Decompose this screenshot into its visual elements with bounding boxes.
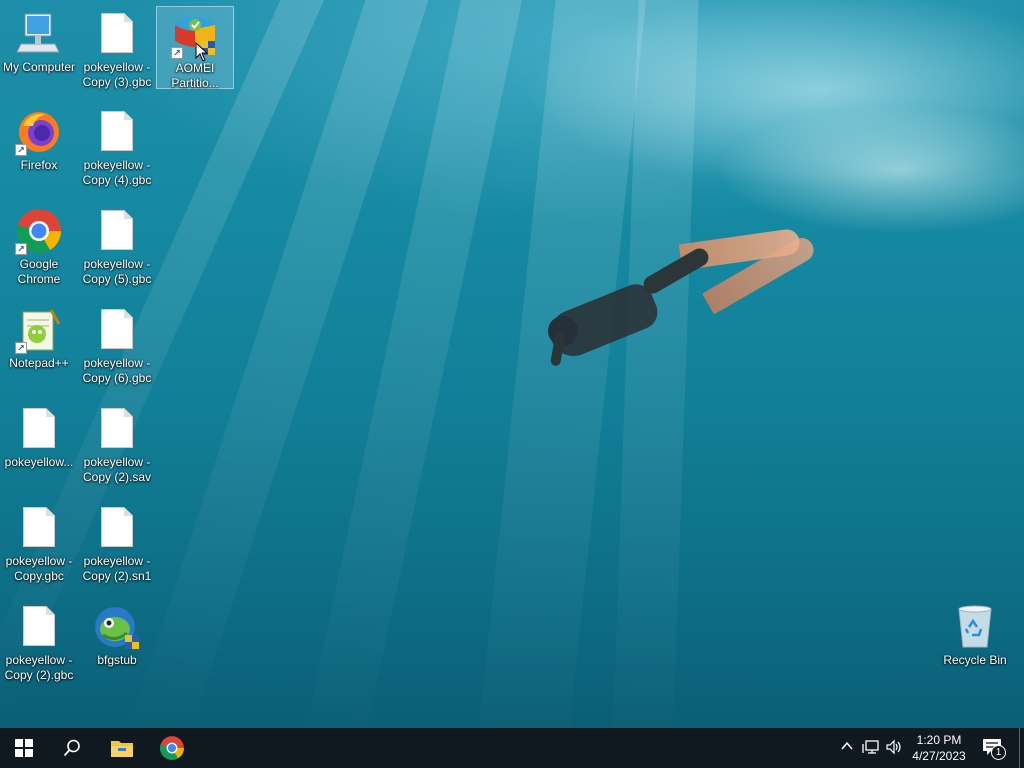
chevron-up-icon bbox=[841, 741, 853, 750]
desktop-icon-pokeyellow-copy-5-gbc[interactable]: pokeyellow - Copy (5).gbc bbox=[78, 203, 156, 299]
start-icon bbox=[15, 739, 33, 757]
file-icon bbox=[15, 504, 63, 552]
desktop-icon-pokeyellow-copy-gbc[interactable]: pokeyellow - Copy.gbc bbox=[0, 500, 78, 596]
show-desktop-button[interactable] bbox=[1019, 728, 1024, 768]
file-explorer-icon bbox=[111, 741, 133, 757]
taskbar-chrome-button[interactable] bbox=[148, 728, 196, 768]
desktop-icon-pokeyellow-copy-2-sn1[interactable]: pokeyellow - Copy (2).sn1 bbox=[78, 500, 156, 596]
file-icon bbox=[93, 108, 141, 156]
taskbar-file-explorer-button[interactable] bbox=[98, 728, 146, 768]
show-hidden-icons-button[interactable] bbox=[838, 739, 856, 757]
desktop-icon-bfgstub[interactable]: bfgstub bbox=[78, 599, 156, 695]
bfgstub-icon bbox=[93, 603, 141, 651]
volume-icon bbox=[886, 739, 901, 755]
file-icon bbox=[93, 504, 141, 552]
clock-date: 4/27/2023 bbox=[912, 749, 966, 763]
shortcut-arrow-icon: ↗ bbox=[171, 47, 183, 59]
desktop-icon-firefox[interactable]: ↗ Firefox bbox=[0, 104, 78, 200]
computer-icon bbox=[15, 10, 63, 58]
clock-time: 1:20 PM bbox=[916, 733, 962, 747]
desktop-icon-pokeyellow-copy-2-gbc[interactable]: pokeyellow - Copy (2).gbc bbox=[0, 599, 78, 695]
file-icon bbox=[15, 405, 63, 453]
action-center-button[interactable]: 1 bbox=[980, 736, 1006, 760]
desktop-icon-google-chrome[interactable]: ↗ Google Chrome bbox=[0, 203, 78, 299]
mouse-cursor-icon bbox=[195, 42, 209, 62]
firefox-icon: ↗ bbox=[15, 108, 63, 156]
taskbar: 1:20 PM 4/27/2023 1 bbox=[0, 728, 1024, 768]
chrome-icon bbox=[159, 736, 184, 760]
file-icon bbox=[93, 207, 141, 255]
recycle-bin-icon bbox=[951, 603, 999, 651]
desktop-background[interactable]: My Computer ↗ Firefox ↗ Google Chrome ↗ … bbox=[0, 0, 1024, 728]
desktop-icon-pokeyellow-copy-6-gbc[interactable]: pokeyellow - Copy (6).gbc bbox=[78, 302, 156, 398]
notepadpp-icon: ↗ bbox=[15, 306, 63, 354]
desktop-icon-pokeyellow-copy-2-sav[interactable]: pokeyellow - Copy (2).sav bbox=[78, 401, 156, 497]
desktop-icon-notepadpp[interactable]: ↗ Notepad++ bbox=[0, 302, 78, 398]
desktop-icon-my-computer[interactable]: My Computer bbox=[0, 6, 78, 102]
search-icon bbox=[63, 739, 80, 757]
file-icon bbox=[93, 306, 141, 354]
volume-button[interactable] bbox=[885, 739, 903, 757]
shortcut-arrow-icon: ↗ bbox=[15, 243, 27, 255]
network-button[interactable] bbox=[862, 739, 880, 757]
taskbar-clock[interactable]: 1:20 PM 4/27/2023 bbox=[906, 732, 972, 764]
file-icon bbox=[15, 603, 63, 651]
search-button[interactable] bbox=[48, 728, 96, 768]
shortcut-arrow-icon: ↗ bbox=[15, 144, 27, 156]
desktop-icon-recycle-bin[interactable]: Recycle Bin bbox=[936, 599, 1014, 695]
file-icon bbox=[93, 405, 141, 453]
desktop-icon-pokeyellow-copy-4-gbc[interactable]: pokeyellow - Copy (4).gbc bbox=[78, 104, 156, 200]
network-icon bbox=[862, 740, 879, 754]
file-icon bbox=[93, 10, 141, 58]
desktop-icon-pokeyellow-copy-3-gbc[interactable]: pokeyellow - Copy (3).gbc bbox=[78, 6, 156, 102]
desktop-icon-pokeyellow[interactable]: pokeyellow... bbox=[0, 401, 78, 497]
start-button[interactable] bbox=[0, 728, 48, 768]
shortcut-arrow-icon: ↗ bbox=[15, 342, 27, 354]
notification-count-badge: 1 bbox=[991, 745, 1006, 760]
chrome-icon: ↗ bbox=[15, 207, 63, 255]
